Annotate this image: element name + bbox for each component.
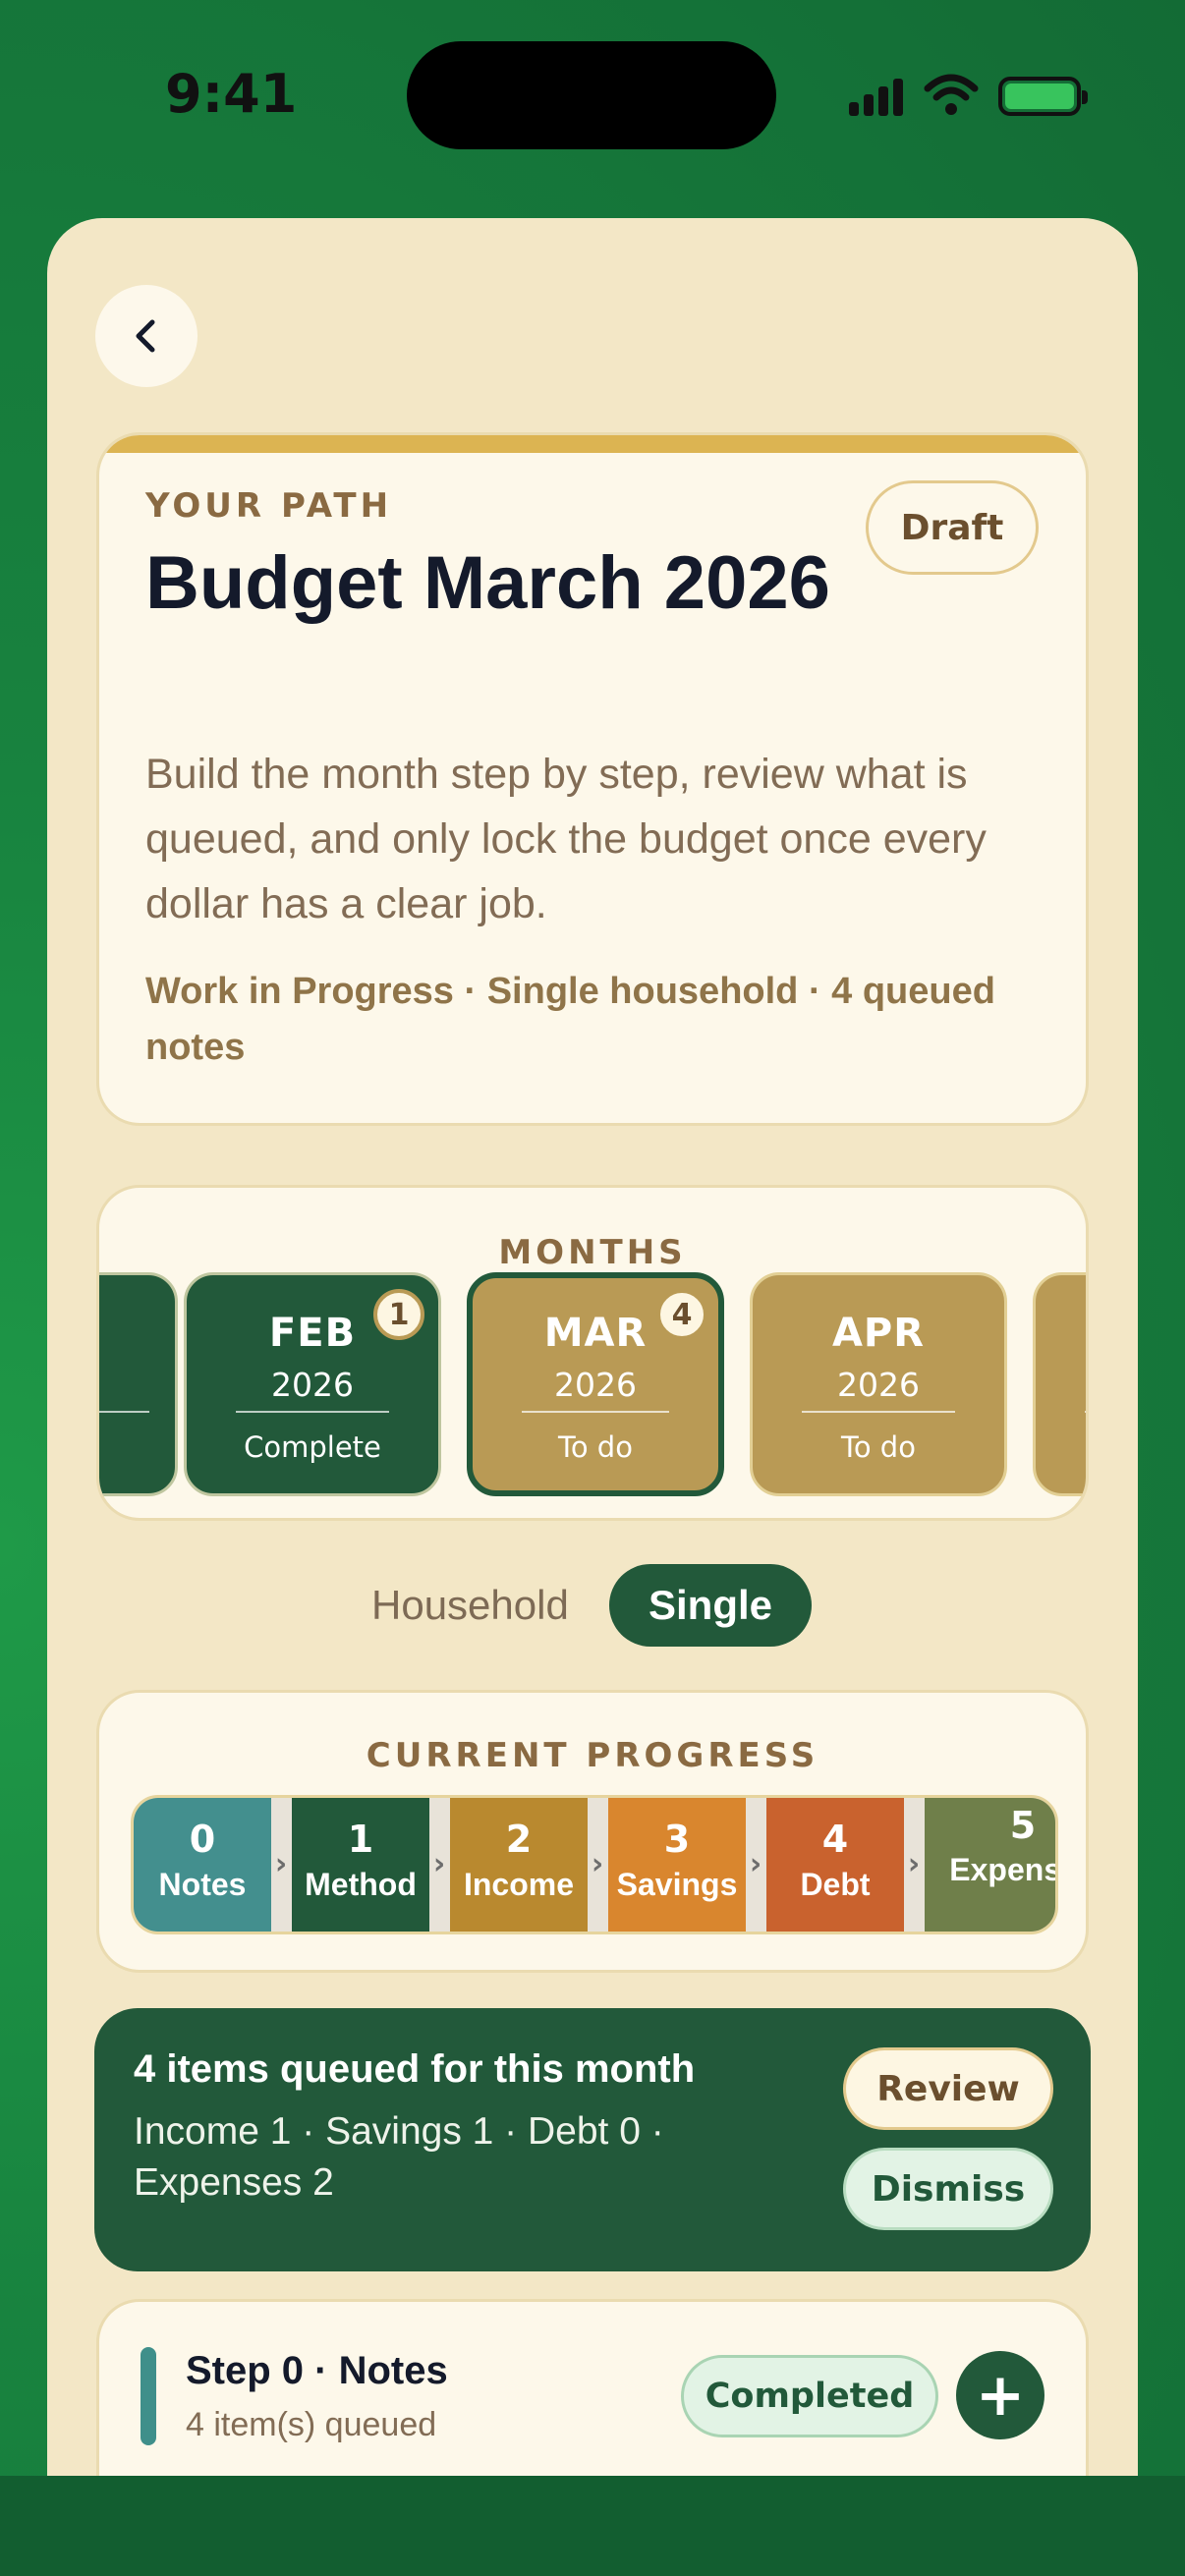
months-label: MONTHS — [498, 1233, 687, 1272]
status-time: 9:41 — [165, 63, 298, 125]
month-tile-apr[interactable]: APR 2026 To do — [750, 1272, 1007, 1496]
month-tile-feb[interactable]: FEB 2026 Complete 1 — [184, 1272, 441, 1496]
status-bar: 9:41 — [0, 0, 1185, 196]
step-subtitle: 4 item(s) queued — [186, 2406, 437, 2443]
progress-card: CURRENT PROGRESS 0 Notes › 1 Method › 2 Income ›… — [96, 1690, 1089, 1973]
months-card: MONTHS FEB 2026 Complete 1 MAR 2026 To d… — [96, 1185, 1089, 1521]
step-name: Income — [463, 1867, 575, 1902]
month-badge: 1 — [373, 1289, 424, 1340]
chevron-right-icon: › — [749, 1847, 762, 1881]
month-year: 2026 — [554, 1366, 637, 1404]
progress-label: CURRENT PROGRESS — [366, 1736, 819, 1775]
back-button[interactable] — [95, 285, 198, 387]
queue-detail: Income 1 · Savings 1 · Debt 0 · Expenses… — [134, 2110, 664, 2204]
household-selector[interactable]: Single — [609, 1564, 812, 1647]
month-tile-mar[interactable]: MAR 2026 To do 4 — [467, 1272, 724, 1496]
month-status: To do — [841, 1430, 916, 1464]
step-number: 1 — [347, 1818, 374, 1861]
step-accent — [141, 2347, 156, 2445]
step-number: 2 — [505, 1818, 533, 1861]
budget-sheet: YOUR PATH Budget March 2026 Draft Build … — [47, 218, 1138, 2478]
path-description: Build the month step by step, review wha… — [145, 751, 987, 927]
progress-step-notes[interactable]: 0 Notes — [134, 1798, 271, 1932]
chevron-right-icon: › — [432, 1847, 446, 1881]
chevron-right-icon: › — [274, 1847, 288, 1881]
step-name: Method — [305, 1867, 417, 1902]
month-year: 2026 — [271, 1366, 354, 1404]
battery-icon — [998, 77, 1088, 116]
step-name: Debt — [800, 1867, 871, 1902]
month-year: 2026 — [837, 1366, 920, 1404]
add-item-button[interactable]: + — [956, 2351, 1044, 2439]
step-number: 3 — [663, 1818, 691, 1861]
household-label: Household — [371, 1582, 569, 1628]
step-name: Savings — [616, 1867, 738, 1902]
month-badge: 4 — [656, 1289, 707, 1340]
wifi-icon — [924, 74, 979, 115]
queue-title: 4 items queued for this month — [134, 2047, 696, 2091]
path-eyebrow: YOUR PATH — [145, 486, 393, 526]
chevron-right-icon: › — [907, 1847, 921, 1881]
progress-step-expenses[interactable]: 5 Expenses — [925, 1798, 1058, 1932]
progress-step-savings[interactable]: 3 Savings — [608, 1798, 746, 1932]
step-number: 4 — [821, 1818, 849, 1861]
month-status: Complete — [244, 1430, 381, 1464]
status-badge: Completed — [681, 2355, 938, 2437]
queue-card: 4 items queued for this month Income 1 ·… — [94, 2008, 1091, 2271]
review-button[interactable]: Review — [843, 2047, 1053, 2130]
step-number: 0 — [189, 1818, 216, 1861]
month-status: To do — [558, 1430, 633, 1464]
chevron-left-icon — [136, 319, 155, 353]
progress-step-method[interactable]: 1 Method — [292, 1798, 429, 1932]
progress-step-debt[interactable]: 4 Debt — [766, 1798, 904, 1932]
path-card: YOUR PATH Budget March 2026 Draft Build … — [96, 432, 1089, 1126]
bottom-backdrop — [0, 2476, 1185, 2576]
dynamic-island — [407, 41, 776, 149]
progress-step-income[interactable]: 2 Income — [450, 1798, 588, 1932]
cellular-signal-icon — [849, 79, 908, 116]
path-card-accent — [99, 435, 1086, 453]
dismiss-button[interactable]: Dismiss — [843, 2148, 1053, 2230]
chevron-right-icon: › — [591, 1847, 604, 1881]
path-meta: Work in Progress · Single household · 4 … — [145, 971, 995, 1068]
step-title: Step 0 · Notes — [186, 2349, 448, 2392]
step-number: 5 — [1009, 1804, 1037, 1847]
progress-steps: 0 Notes › 1 Method › 2 Income › 3 Savings › 4 Debt › 5 E… — [131, 1795, 1058, 1934]
month-name: APR — [831, 1311, 926, 1356]
step-name: Notes — [158, 1867, 247, 1902]
step-name: Expenses — [949, 1852, 1058, 1887]
status-badge: Draft — [866, 480, 1039, 575]
month-tile-previous[interactable] — [99, 1272, 178, 1496]
month-tile-next[interactable] — [1033, 1272, 1086, 1496]
step-card-notes[interactable]: Step 0 · Notes 4 item(s) queued Complete… — [96, 2299, 1089, 2478]
page-title: Budget March 2026 — [145, 541, 830, 625]
